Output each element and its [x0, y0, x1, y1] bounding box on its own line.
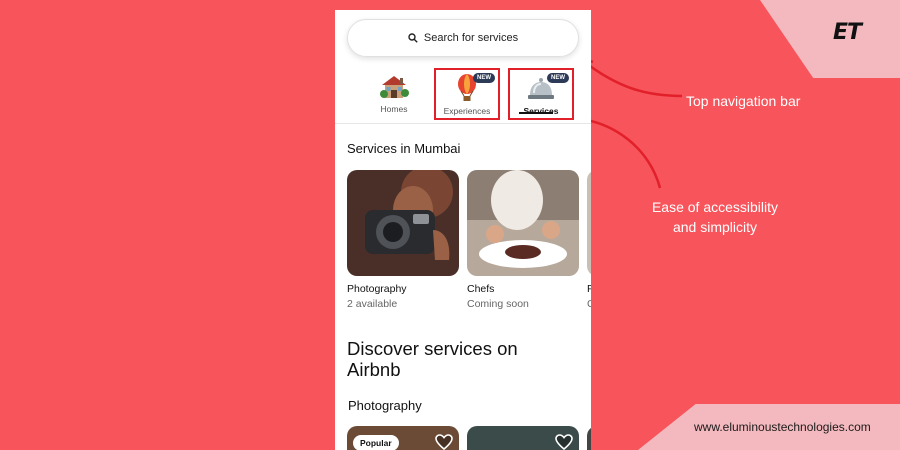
company-logo: ET	[833, 20, 862, 45]
service-card[interactable]: Chefs Coming soon	[467, 170, 579, 310]
service-card[interactable]: Photography 2 available	[347, 170, 459, 310]
house-icon	[380, 76, 409, 98]
service-title: Chefs	[467, 283, 495, 295]
search-label: Search for services	[423, 32, 519, 44]
new-badge: NEW	[473, 73, 495, 83]
discover-title: Discover services on Airbnb	[347, 338, 518, 380]
arrow-top-nav	[581, 59, 683, 98]
service-card[interactable]: P C	[587, 170, 591, 310]
website-url: www.eluminoustechnologies.com	[694, 420, 871, 434]
callout-top-nav: Top navigation bar	[686, 93, 801, 109]
chefs-image	[467, 170, 579, 276]
popular-badge: Popular	[353, 435, 399, 450]
photography-section-title: Photography	[348, 398, 422, 413]
service-title: P	[587, 283, 591, 295]
heart-icon[interactable]	[555, 434, 573, 450]
callout-ease-line1: Ease of accessibility	[651, 199, 779, 215]
nav-divider	[335, 123, 591, 124]
heart-icon[interactable]	[435, 434, 453, 450]
corner-accent-top	[760, 0, 900, 78]
photography-listing[interactable]	[467, 426, 579, 450]
service-subtitle: 2 available	[347, 298, 398, 310]
tab-services-label: Services	[523, 106, 559, 116]
search-icon	[408, 33, 418, 43]
service-subtitle: Coming soon	[467, 298, 529, 310]
service-image	[587, 170, 591, 276]
new-badge: NEW	[547, 73, 569, 83]
section-title: Services in Mumbai	[347, 141, 461, 156]
service-subtitle: C	[587, 298, 591, 310]
photography-listing[interactable]	[587, 426, 591, 450]
service-title: Photography	[347, 283, 407, 295]
tab-homes[interactable]: Homes	[362, 68, 426, 120]
tab-homes-label: Homes	[380, 104, 408, 114]
callout-ease-line2: and simplicity	[672, 219, 758, 235]
photography-listing[interactable]: Popular	[347, 426, 459, 450]
phone-screen: Search for services Homes NEW Experience…	[335, 10, 591, 450]
search-bar[interactable]: Search for services	[347, 19, 579, 57]
tab-experiences-label: Experiences	[443, 106, 491, 116]
tab-experiences[interactable]: NEW Experiences	[434, 68, 500, 120]
tab-services[interactable]: NEW Services	[508, 68, 574, 120]
photography-image	[347, 170, 459, 276]
active-tab-indicator	[519, 112, 553, 114]
callout-ease: Ease of accessibility and simplicity	[640, 197, 790, 237]
